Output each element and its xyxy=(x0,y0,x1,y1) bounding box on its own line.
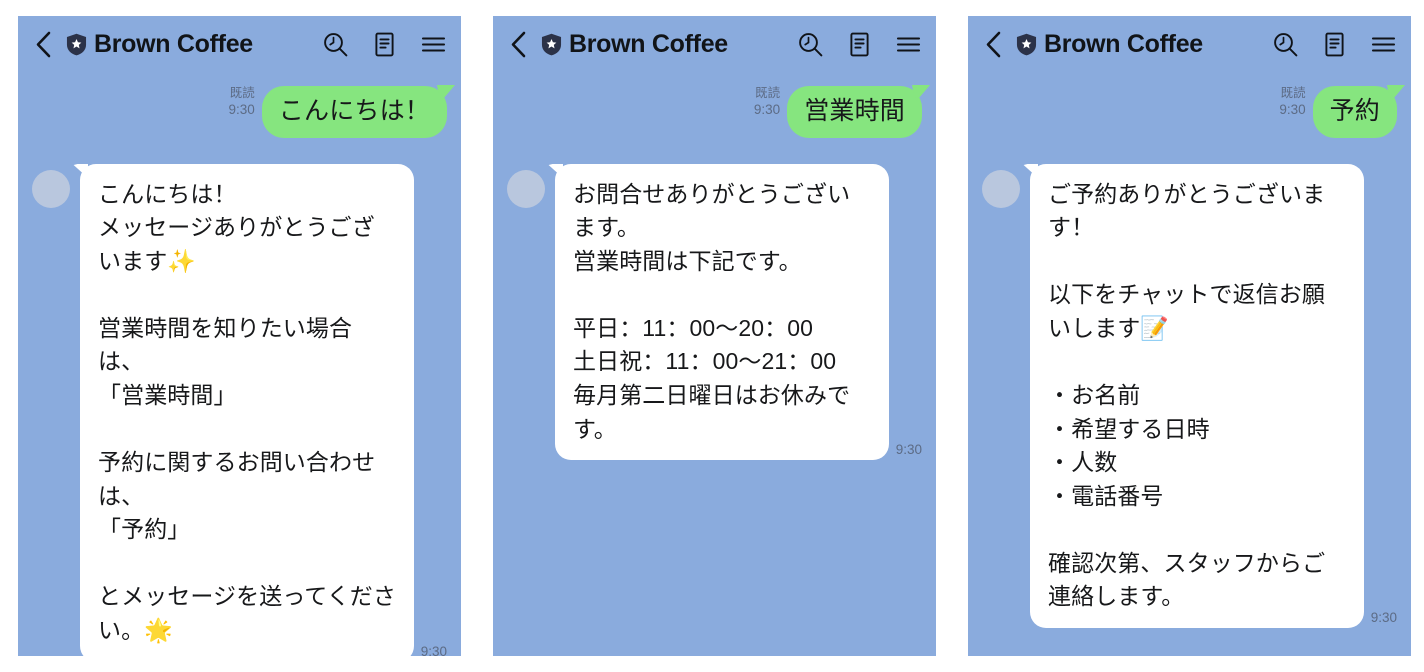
search-button[interactable] xyxy=(797,31,824,58)
avatar[interactable] xyxy=(982,169,1020,208)
search-clock-icon xyxy=(1274,32,1298,56)
header-actions xyxy=(322,31,447,58)
chat-panel-business-hours: Brown Coffee 既読 9:30 営業時間 お問合せありがとうございます… xyxy=(493,16,936,656)
chat-panel-greeting: Brown Coffee 既読 9:30 こんにちは！ こんにちは！ メッセージ… xyxy=(18,16,461,656)
incoming-message-row: こんにちは！ メッセージありがとうございます✨ 営業時間を知りたい場合は、 「営… xyxy=(32,163,447,656)
incoming-bubble-wrap: ご予約ありがとうございます！ 以下をチャットで返信お願いします📝 ・お名前 ・希… xyxy=(1030,163,1397,629)
back-button[interactable] xyxy=(980,31,1006,57)
outgoing-message-meta: 既読 9:30 xyxy=(1279,86,1305,122)
outgoing-message-bubble[interactable]: 営業時間 xyxy=(787,86,922,138)
hamburger-menu-icon xyxy=(896,36,921,52)
account-name: Brown Coffee xyxy=(94,29,253,58)
back-button[interactable] xyxy=(505,31,531,57)
back-chevron-icon xyxy=(36,31,50,57)
incoming-timestamp: 9:30 xyxy=(1370,610,1397,626)
outgoing-message-bubble[interactable]: 予約 xyxy=(1312,86,1397,138)
outgoing-message-meta: 既読 9:30 xyxy=(229,86,255,122)
back-chevron-icon xyxy=(986,31,1000,57)
notes-button[interactable] xyxy=(846,31,873,58)
verified-shield-star-icon xyxy=(1016,33,1037,55)
read-receipt-label: 既読 xyxy=(755,86,781,100)
incoming-message-bubble[interactable]: お問合せありがとうございます。 営業時間は下記です。 平日：11：00〜20：0… xyxy=(555,163,889,461)
incoming-timestamp: 9:30 xyxy=(420,643,447,656)
message-list: 既読 9:30 営業時間 お問合せありがとうございます。 営業時間は下記です。 … xyxy=(493,72,936,656)
incoming-message-row: ご予約ありがとうございます！ 以下をチャットで返信お願いします📝 ・お名前 ・希… xyxy=(982,163,1397,629)
chat-header: Brown Coffee xyxy=(493,16,936,72)
verified-shield-star-icon xyxy=(66,33,87,55)
account-name: Brown Coffee xyxy=(569,29,728,58)
notes-button[interactable] xyxy=(371,31,398,58)
incoming-message-bubble[interactable]: ご予約ありがとうございます！ 以下をチャットで返信お願いします📝 ・お名前 ・希… xyxy=(1030,163,1364,629)
outgoing-message-row: 既読 9:30 営業時間 xyxy=(507,86,922,138)
verified-shield-star-icon xyxy=(541,33,562,55)
incoming-timestamp: 9:30 xyxy=(895,442,922,458)
incoming-message-bubble[interactable]: こんにちは！ メッセージありがとうございます✨ 営業時間を知りたい場合は、 「営… xyxy=(80,163,414,656)
chat-panel-reservation: Brown Coffee 既読 9:30 予約 ご予約ありがとうございます！ 以… xyxy=(968,16,1411,656)
back-chevron-icon xyxy=(511,31,525,57)
outgoing-timestamp: 9:30 xyxy=(753,101,781,117)
message-list: 既読 9:30 こんにちは！ こんにちは！ メッセージありがとうございます✨ 営… xyxy=(18,72,461,656)
search-clock-icon xyxy=(324,32,348,56)
header-actions xyxy=(797,31,922,58)
hamburger-menu-icon xyxy=(1371,36,1396,52)
search-button[interactable] xyxy=(1272,31,1299,58)
outgoing-message-meta: 既読 9:30 xyxy=(754,86,780,122)
notes-button[interactable] xyxy=(1321,31,1348,58)
avatar[interactable] xyxy=(32,169,70,208)
outgoing-message-row: 既読 9:30 こんにちは！ xyxy=(32,86,447,138)
header-actions xyxy=(1272,31,1397,58)
back-button[interactable] xyxy=(30,31,56,57)
read-receipt-label: 既読 xyxy=(1280,86,1306,100)
incoming-bubble-wrap: お問合せありがとうございます。 営業時間は下記です。 平日：11：00〜20：0… xyxy=(555,163,922,461)
read-receipt-label: 既読 xyxy=(229,86,255,100)
outgoing-timestamp: 9:30 xyxy=(1279,101,1306,117)
incoming-message-row: お問合せありがとうございます。 営業時間は下記です。 平日：11：00〜20：0… xyxy=(507,163,922,461)
chat-screens-container: Brown Coffee 既読 9:30 こんにちは！ こんにちは！ メッセージ… xyxy=(0,0,1424,672)
outgoing-message-row: 既読 9:30 予約 xyxy=(982,86,1397,138)
account-name: Brown Coffee xyxy=(1044,29,1203,58)
hamburger-menu-icon xyxy=(421,36,446,52)
menu-button[interactable] xyxy=(1370,31,1397,58)
note-document-icon xyxy=(850,32,869,56)
menu-button[interactable] xyxy=(420,31,447,58)
menu-button[interactable] xyxy=(895,31,922,58)
chat-header: Brown Coffee xyxy=(18,16,461,72)
search-button[interactable] xyxy=(322,31,349,58)
incoming-bubble-wrap: こんにちは！ メッセージありがとうございます✨ 営業時間を知りたい場合は、 「営… xyxy=(80,163,447,656)
note-document-icon xyxy=(1325,32,1344,56)
note-document-icon xyxy=(375,32,394,56)
search-clock-icon xyxy=(799,32,823,56)
avatar[interactable] xyxy=(507,169,545,208)
chat-header: Brown Coffee xyxy=(968,16,1411,72)
outgoing-timestamp: 9:30 xyxy=(228,101,255,117)
message-list: 既読 9:30 予約 ご予約ありがとうございます！ 以下をチャットで返信お願いし… xyxy=(968,72,1411,656)
outgoing-message-bubble[interactable]: こんにちは！ xyxy=(261,86,447,138)
